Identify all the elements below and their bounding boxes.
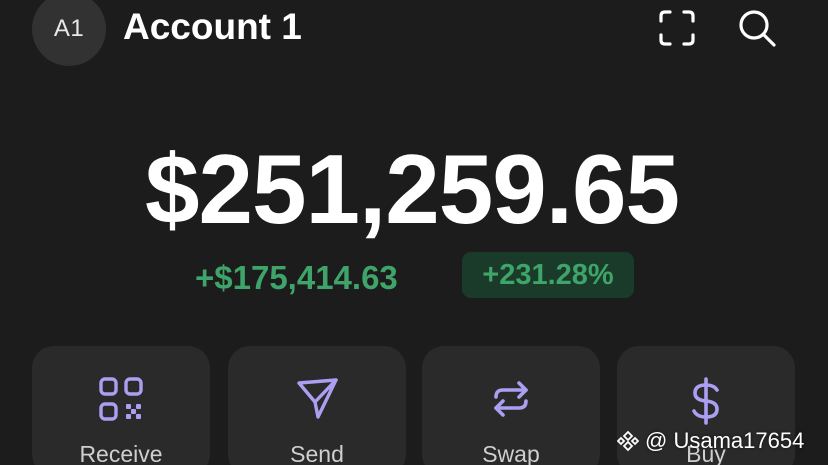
change-percent: +231.28% — [482, 258, 614, 291]
send-button[interactable]: Send — [228, 346, 406, 465]
watermark: @ Usama17654 — [617, 426, 804, 456]
watermark-text: @ Usama17654 — [645, 428, 805, 453]
change-percent-badge: +231.28% — [462, 252, 634, 298]
account-name[interactable]: Account 1 — [123, 6, 302, 48]
balance-change-row: +$175,414.63 +231.28% — [0, 252, 828, 298]
change-amount: +$175,414.63 — [195, 259, 398, 296]
swap-icon — [422, 376, 600, 422]
header: A1 Account 1 — [0, 0, 828, 70]
search-icon — [739, 10, 776, 47]
avatar-initials: A1 — [53, 15, 85, 42]
receive-label: Receive — [79, 441, 163, 465]
wallet-home-screen: A1 Account 1 $251,259.65 +$175,414.63 +2… — [0, 0, 828, 465]
dollar-icon — [617, 376, 795, 426]
send-label: Send — [290, 441, 344, 465]
send-icon — [228, 376, 406, 422]
swap-button[interactable]: Swap — [422, 346, 600, 465]
scan-button[interactable] — [656, 7, 698, 49]
total-balance: $251,259.65 — [0, 140, 828, 238]
receive-button[interactable]: Receive — [32, 346, 210, 465]
search-button[interactable] — [736, 7, 778, 49]
scan-icon — [659, 10, 695, 46]
balance-value: $251,259.65 — [145, 134, 680, 244]
binance-logo — [617, 430, 639, 452]
qr-code-icon — [32, 376, 210, 422]
swap-label: Swap — [482, 441, 540, 465]
account-avatar[interactable]: A1 — [32, 0, 106, 66]
